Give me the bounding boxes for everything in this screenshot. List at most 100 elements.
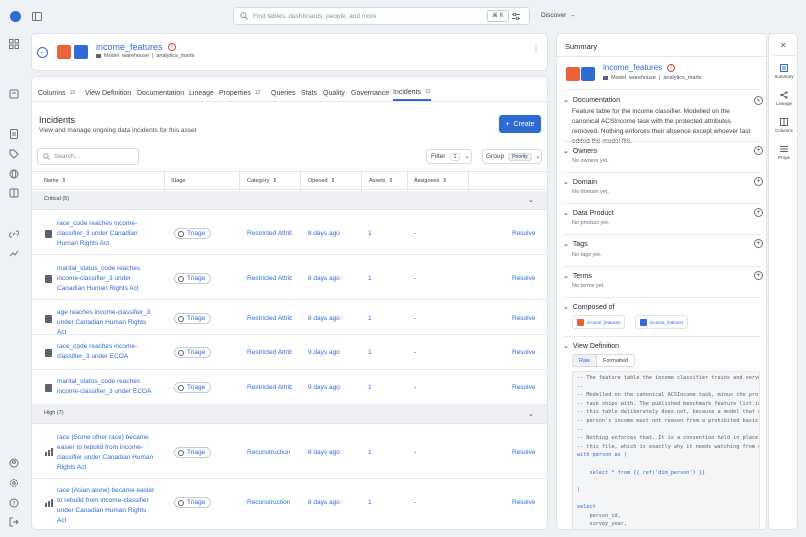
incident-assets[interactable]: 1: [368, 499, 372, 506]
section-terms[interactable]: ⌄ Terms: [563, 272, 592, 281]
stage-badge[interactable]: Triage: [174, 313, 212, 324]
logout-icon[interactable]: [9, 517, 21, 529]
incident-category[interactable]: Restricted Attribute: [247, 349, 292, 356]
alert-icon[interactable]: !: [167, 43, 176, 51]
tab-properties[interactable]: Properties 12: [219, 85, 260, 101]
incident-assets[interactable]: 1: [368, 275, 372, 282]
incident-opened[interactable]: 8 days ago: [308, 230, 340, 237]
incident-search-input[interactable]: Search...: [37, 148, 139, 165]
table-row[interactable]: race (Some other race) became easier to …: [32, 425, 547, 479]
add-tag-button[interactable]: +: [754, 239, 763, 248]
composed-chip[interactable]: income_features: [635, 315, 689, 329]
column-header-category[interactable]: Category ⇕: [247, 178, 277, 184]
incident-category[interactable]: Reconstruction: [247, 449, 292, 456]
incident-category[interactable]: Restricted Attribute: [247, 275, 292, 282]
incident-name[interactable]: race_code reaches income-classifier_3 un…: [57, 219, 157, 249]
app-logo[interactable]: [10, 11, 21, 22]
section-domain[interactable]: ⌄ Domain: [563, 178, 597, 187]
resolve-button[interactable]: Resolve: [512, 315, 535, 322]
add-product-button[interactable]: +: [754, 208, 763, 217]
alert-icon[interactable]: !: [667, 63, 676, 72]
asset-database[interactable]: warehouse: [122, 53, 149, 59]
resolve-button[interactable]: Resolve: [512, 499, 535, 506]
stage-badge[interactable]: Triage: [174, 447, 212, 458]
resolve-button[interactable]: Resolve: [512, 349, 535, 356]
column-header-assets[interactable]: Assets ⇕: [369, 178, 393, 184]
section-tags[interactable]: ⌄ Tags: [563, 240, 588, 249]
add-term-button[interactable]: +: [754, 271, 763, 280]
sidebar-toggle-icon[interactable]: [32, 11, 42, 21]
rail-props[interactable]: Props: [769, 145, 799, 160]
incident-category[interactable]: Reconstruction: [247, 499, 292, 506]
help-icon[interactable]: ?: [9, 498, 21, 510]
global-search-input[interactable]: Find tables, dashboards, people, and mor…: [233, 7, 530, 25]
column-header-assignees[interactable]: Assignees ⇕: [414, 178, 447, 184]
incident-assets[interactable]: 1: [368, 384, 372, 391]
definition-format-toggle[interactable]: Raw Formatted: [572, 354, 636, 367]
raw-tab[interactable]: Raw: [573, 355, 598, 366]
close-panel-icon[interactable]: ✕: [780, 41, 787, 50]
stage-badge[interactable]: Triage: [174, 497, 212, 508]
table-row[interactable]: race_code reaches income-classifier_3 un…: [32, 336, 547, 370]
incident-category[interactable]: Restricted Attribute: [247, 384, 292, 391]
tab-documentation[interactable]: Documentation: [137, 85, 184, 101]
group-by-select[interactable]: Group Priority ⌄: [482, 149, 542, 164]
incident-name[interactable]: race (Asian alone) became easier to rebu…: [57, 486, 157, 526]
table-row[interactable]: race (Asian alone) became easier to rebu…: [32, 480, 547, 529]
incident-opened[interactable]: 9 days ago: [308, 384, 340, 391]
discover-link[interactable]: Discover →: [541, 12, 576, 19]
incident-name[interactable]: marital_status_code reaches income-class…: [57, 264, 157, 294]
filter-button[interactable]: Filter 1 ⌄: [426, 149, 472, 164]
incident-name[interactable]: marital_status_code reaches income-class…: [57, 377, 157, 397]
stage-badge[interactable]: Triage: [174, 347, 212, 358]
tab-governance[interactable]: Governance: [351, 85, 389, 101]
incident-name[interactable]: age reaches income-classifier_3 under Ca…: [57, 308, 157, 338]
tab-incidents[interactable]: Incidents 12: [393, 85, 431, 101]
incident-name[interactable]: race (Some other race) became easier to …: [57, 433, 157, 473]
incident-category[interactable]: Restricted Attribute: [247, 230, 292, 237]
create-incident-button[interactable]: + Create: [499, 115, 541, 133]
section-owners[interactable]: ⌄ Owners: [563, 147, 597, 156]
rail-columns[interactable]: Columns: [769, 118, 799, 133]
incident-opened[interactable]: 8 days ago: [308, 275, 340, 282]
table-row[interactable]: age reaches income-classifier_3 under Ca…: [32, 301, 547, 338]
tab-stats[interactable]: Stats: [301, 85, 317, 101]
composed-chip[interactable]: income_features: [572, 315, 626, 329]
filter-sliders-icon[interactable]: [512, 12, 520, 20]
incident-opened[interactable]: 8 days ago: [308, 449, 340, 456]
column-header-stage[interactable]: Stage: [171, 178, 185, 184]
summary-asset-title[interactable]: income_features: [603, 63, 662, 72]
document-icon[interactable]: [9, 129, 21, 141]
incident-name[interactable]: race_code reaches income-classifier_3 un…: [57, 342, 157, 362]
incident-assets[interactable]: 1: [368, 449, 372, 456]
incident-opened[interactable]: 8 days ago: [308, 499, 340, 506]
incident-assets[interactable]: 1: [368, 230, 372, 237]
add-owner-button[interactable]: +: [754, 146, 763, 155]
column-header-opened[interactable]: Opened ⇕: [308, 178, 335, 184]
table-row[interactable]: race_code reaches income-classifier_3 un…: [32, 211, 547, 255]
user-icon[interactable]: [9, 458, 21, 470]
table-row[interactable]: marital_status_code reaches income-class…: [32, 371, 547, 405]
tab-view-definition[interactable]: View Definition: [85, 85, 131, 101]
link-icon[interactable]: [9, 229, 21, 241]
resolve-button[interactable]: Resolve: [512, 384, 535, 391]
rail-summary[interactable]: Summary: [769, 64, 799, 79]
more-menu-icon[interactable]: ⋮: [532, 46, 540, 54]
tab-quality[interactable]: Quality: [323, 85, 345, 101]
apps-grid-icon[interactable]: [9, 39, 21, 51]
section-data-product[interactable]: ⌄ Data Product: [563, 209, 614, 218]
incident-assets[interactable]: 1: [368, 315, 372, 322]
document-edit-icon[interactable]: [9, 89, 21, 101]
back-button[interactable]: ←: [37, 47, 48, 58]
incident-opened[interactable]: 9 days ago: [308, 349, 340, 356]
stage-badge[interactable]: Triage: [174, 228, 212, 239]
group-header-high[interactable]: High (7) ⌄: [32, 405, 547, 424]
section-composed-of[interactable]: ⌄ Composed of: [563, 303, 615, 312]
section-documentation[interactable]: ⌄ Documentation: [563, 96, 620, 105]
resolve-button[interactable]: Resolve: [512, 449, 535, 456]
tab-columns[interactable]: Columns 15: [38, 85, 75, 101]
globe-icon[interactable]: [9, 169, 21, 181]
edit-icon[interactable]: ✎: [754, 96, 763, 105]
asset-schema[interactable]: analytics_marts: [156, 53, 194, 59]
resolve-button[interactable]: Resolve: [512, 230, 535, 237]
